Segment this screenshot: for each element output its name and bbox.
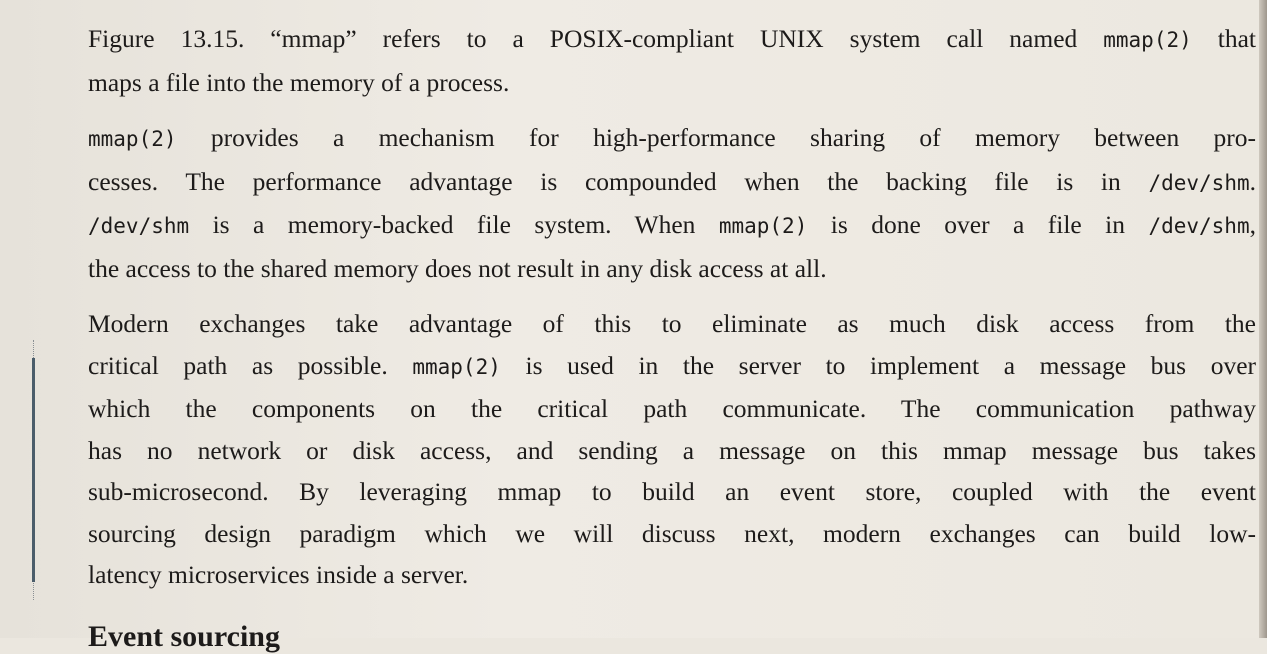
text-run: .	[1249, 166, 1256, 196]
page-edge-shadow	[1259, 0, 1267, 638]
paragraph-1: Figure 13.15. “mmap” refers to a POSIX-c…	[88, 18, 1256, 103]
text-line: which the components on the critical pat…	[88, 388, 1256, 430]
text-run: that	[1191, 24, 1256, 53]
text-run: ,	[1249, 210, 1256, 239]
inline-code: /dev/shm	[88, 214, 190, 238]
next-section-heading: Event sourcing	[88, 620, 280, 653]
text-run: is used in the server to implement a mes…	[500, 350, 1256, 380]
text-run: is a memory-backed file system. When	[189, 210, 719, 239]
text-line: critical path as possible. mmap(2) is us…	[88, 345, 1256, 389]
text-line: mmap(2) provides a mechanism for high-pe…	[88, 117, 1256, 161]
book-page: Figure 13.15. “mmap” refers to a POSIX-c…	[0, 0, 1267, 653]
inline-code: /dev/shm	[1148, 170, 1250, 195]
inline-code: mmap(2)	[412, 354, 501, 379]
text-run: critical path as possible.	[88, 350, 413, 380]
text-run: maps a file into the memory of a process…	[88, 67, 510, 97]
text-line: /dev/shm is a memory-backed file system.…	[88, 204, 1256, 248]
text-run: sub-microsecond. By leveraging mmap to b…	[88, 477, 1256, 506]
text-line: sourcing design paradigm which we will d…	[88, 513, 1256, 555]
text-run: the access to the shared memory does not…	[88, 253, 827, 283]
body-text: Figure 13.15. “mmap” refers to a POSIX-c…	[88, 18, 1256, 610]
text-run: Modern exchanges take advantage of this …	[88, 309, 1256, 338]
text-run: has no network or disk access, and sendi…	[88, 435, 1256, 465]
text-run: latency microservices inside a server.	[88, 560, 469, 589]
text-run: provides a mechanism for high-performanc…	[176, 123, 1256, 152]
text-line: latency microservices inside a server.	[88, 554, 1256, 596]
paragraph-2: mmap(2) provides a mechanism for high-pe…	[88, 117, 1256, 289]
text-run: which the components on the critical pat…	[88, 394, 1256, 423]
inline-code: mmap(2)	[88, 127, 177, 151]
text-line: has no network or disk access, and sendi…	[88, 430, 1256, 472]
paragraph-3: Modern exchanges take advantage of this …	[88, 303, 1256, 596]
text-run: is done over a file in	[807, 210, 1149, 239]
text-line: cesses. The performance advantage is com…	[88, 161, 1256, 205]
text-line: maps a file into the memory of a process…	[88, 62, 1256, 104]
text-run: sourcing design paradigm which we will d…	[88, 518, 1256, 548]
margin-highlight-bar	[32, 358, 35, 582]
inline-code: mmap(2)	[1103, 28, 1192, 52]
text-run: Figure 13.15. “mmap” refers to a POSIX-c…	[88, 24, 1104, 53]
text-line: Figure 13.15. “mmap” refers to a POSIX-c…	[88, 18, 1256, 62]
text-line: sub-microsecond. By leveraging mmap to b…	[88, 471, 1256, 513]
inline-code: mmap(2)	[718, 214, 808, 238]
text-line: the access to the shared memory does not…	[88, 248, 1256, 290]
text-line: Modern exchanges take advantage of this …	[88, 303, 1256, 345]
inline-code: /dev/shm	[1148, 214, 1250, 238]
text-run: cesses. The performance advantage is com…	[88, 166, 1149, 196]
